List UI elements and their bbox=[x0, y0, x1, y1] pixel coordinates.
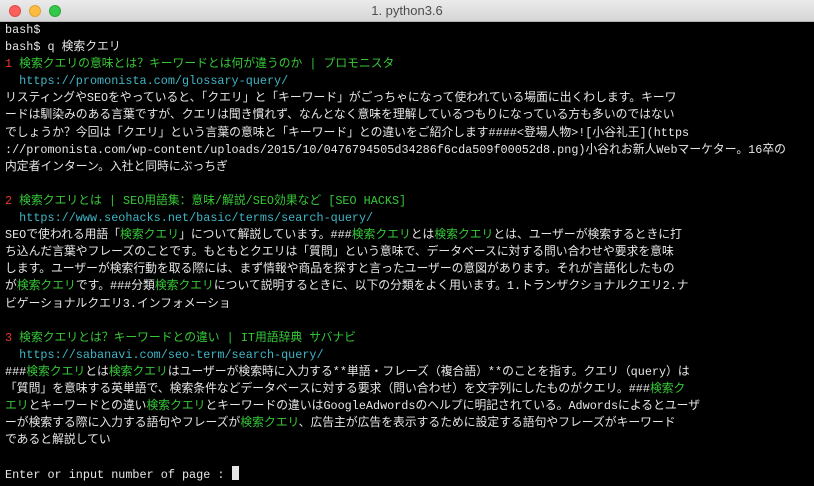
output-text: とは bbox=[410, 228, 435, 243]
result-number: 3 bbox=[5, 330, 20, 345]
terminal-line: SEOで使われる用語「検索クエリ」について解説しています。###検索クエリとは検… bbox=[5, 227, 810, 244]
terminal-line: https://sabanavi.com/seo-term/search-que… bbox=[5, 347, 810, 364]
terminal-line: 「質問」を意味する英単語で、検索条件などデータベースに対する要求（問い合わせ）を… bbox=[5, 381, 810, 398]
output-text: 「質問」を意味する英単語で、検索条件などデータベースに対する要求（問い合わせ）を… bbox=[5, 381, 650, 396]
terminal-line: が検索クエリです。###分類検索クエリについて説明するときに、以下の分類をよく用… bbox=[5, 278, 810, 295]
output-text: であると解説してい bbox=[5, 433, 111, 448]
output-text: します。ユーザーが検索行動を取る際には、まず情報や商品を探すと言ったユーザーの意… bbox=[5, 262, 675, 277]
terminal-line: エリとキーワードとの違い検索クエリとキーワードの違いはGoogleAdwords… bbox=[5, 398, 810, 415]
highlighted-keyword: 検索クエリ bbox=[146, 399, 206, 414]
terminal-line: でしょうか？今回は「クエリ」という言葉の意味と「キーワード」との違いをご紹介しま… bbox=[5, 125, 810, 142]
terminal-line: bash$ bbox=[5, 22, 810, 39]
terminal-line: bash$ q 検索クエリ bbox=[5, 39, 810, 56]
result-url[interactable]: https://sabanavi.com/seo-term/search-que… bbox=[19, 348, 323, 362]
output-text: とは bbox=[85, 364, 109, 379]
output-text: はユーザーが検索時に入力する**単語・フレーズ（複合語）**のことを指す。クエリ… bbox=[167, 364, 690, 379]
output-text: でしょうか？今回は「クエリ」という言葉の意味と「キーワード」との違いをご紹介しま… bbox=[5, 125, 690, 140]
terminal-line: ち込んだ言葉やフレーズのことです。もともとクエリは「質問」という意味で、データベ… bbox=[5, 244, 810, 261]
output-text: について説明するときに、以下の分類をよく用います。1.トランザクショナルクエリ2… bbox=[213, 279, 689, 294]
result-url[interactable]: https://promonista.com/glossary-query/ bbox=[19, 74, 288, 88]
highlighted-keyword: 検索クエリ bbox=[240, 416, 299, 431]
output-text: Enter or input number of page : bbox=[5, 468, 232, 483]
output-text: ーが検索する際に入力する語句やフレーズが bbox=[5, 416, 241, 431]
highlighted-keyword: 検索クエリ bbox=[16, 279, 76, 294]
output-text: SEOで使われる用語「 bbox=[5, 228, 121, 243]
output-text: です。###分類 bbox=[75, 279, 155, 294]
highlighted-keyword: 検索クエリ bbox=[351, 228, 411, 243]
terminal-line: ビゲーショナルクエリ3.インフォメーショ bbox=[5, 296, 810, 313]
terminal-line: であると解説してい bbox=[5, 432, 810, 449]
highlighted-keyword: 検索クエリ bbox=[108, 364, 168, 379]
terminal-line: ーが検索する際に入力する語句やフレーズが検索クエリ、広告主が広告を表示するために… bbox=[5, 415, 810, 432]
highlighted-keyword: エリ bbox=[5, 399, 29, 414]
highlighted-keyword: 検索ク bbox=[649, 381, 686, 396]
output-text: とは、ユーザーが検索するときに打 bbox=[493, 228, 682, 243]
terminal-line: します。ユーザーが検索行動を取る際には、まず情報や商品を探すと言ったユーザーの意… bbox=[5, 261, 810, 278]
output-text: ードは馴染みのある言葉ですが、クエリは聞き慣れず、なんとなく意味を理解しているつ… bbox=[5, 108, 675, 123]
window-title: 1. python3.6 bbox=[371, 3, 443, 18]
result-title: 検索クエリとは | SEO用語集：意味/解説/SEO効果など [SEO HACK… bbox=[19, 193, 407, 208]
output-text: ://promonista.com/wp-content/uploads/201… bbox=[5, 142, 786, 157]
output-text: ち込んだ言葉やフレーズのことです。もともとクエリは「質問」という意味で、データベ… bbox=[5, 245, 674, 260]
output-text: 」について解説しています。### bbox=[179, 228, 352, 243]
result-number: 1 bbox=[5, 57, 20, 72]
highlighted-keyword: 検索クエリ bbox=[154, 279, 214, 294]
terminal-line: 1 検索クエリの意味とは？キーワードとは何が違うのか | プロモニスタ bbox=[5, 56, 810, 73]
terminal-line: リスティングやSEOをやっていると、「クエリ」と「キーワード」がごっちゃになって… bbox=[5, 90, 810, 107]
output-text: とキーワードとの違い bbox=[28, 399, 147, 414]
result-title: 検索クエリとは？キーワードとの違い | IT用語辞典 サバナビ bbox=[19, 330, 356, 345]
output-text: 、広告主が広告を表示するために設定する語句やフレーズがキーワード bbox=[298, 416, 676, 431]
terminal-line: 内定者インターン。入社と同時にぶっちぎ bbox=[5, 159, 810, 176]
result-number: 2 bbox=[5, 193, 20, 208]
terminal-line: https://promonista.com/glossary-query/ bbox=[5, 73, 810, 90]
output-text: が bbox=[5, 279, 17, 294]
result-title: 検索クエリの意味とは？キーワードとは何が違うのか | プロモニスタ bbox=[19, 57, 395, 72]
highlighted-keyword: 検索クエリ bbox=[120, 228, 180, 243]
terminal-line: 3 検索クエリとは？キーワードとの違い | IT用語辞典 サバナビ bbox=[5, 330, 810, 347]
highlighted-keyword: 検索クエリ bbox=[26, 364, 86, 379]
output-text: ### bbox=[5, 364, 27, 379]
terminal-line: ###検索クエリとは検索クエリはユーザーが検索時に入力する**単語・フレーズ（複… bbox=[5, 364, 810, 381]
output-text: ビゲーショナルクエリ3.インフォメーショ bbox=[5, 296, 231, 311]
output-text: bash$ q 検索クエリ bbox=[5, 40, 121, 55]
terminal-window: 1. python3.6 bash$ bash$ q 検索クエリ 1 検索クエリの意… bbox=[0, 0, 814, 486]
terminal-output[interactable]: bash$ bash$ q 検索クエリ 1 検索クエリの意味とは？キーワードとは何が… bbox=[5, 22, 810, 486]
terminal-line: ://promonista.com/wp-content/uploads/201… bbox=[5, 142, 810, 159]
text-cursor[interactable] bbox=[231, 466, 239, 481]
terminal-line: https://www.seohacks.net/basic/terms/sea… bbox=[5, 210, 810, 227]
terminal-line: Enter or input number of page : bbox=[5, 466, 810, 483]
highlighted-keyword: 検索クエリ bbox=[434, 228, 494, 243]
title-bar: 1. python3.6 bbox=[0, 0, 814, 22]
output-text: bash$ bbox=[5, 23, 41, 37]
terminal-line: 2 検索クエリとは | SEO用語集：意味/解説/SEO効果など [SEO HA… bbox=[5, 193, 810, 210]
output-text: とキーワードの違いはGoogleAdwordsのヘルプに明記されている。Adwo… bbox=[205, 399, 701, 414]
output-text: 内定者インターン。入社と同時にぶっちぎ bbox=[5, 159, 228, 174]
terminal-line: ードは馴染みのある言葉ですが、クエリは聞き慣れず、なんとなく意味を理解しているつ… bbox=[5, 107, 810, 124]
output-text: リスティングやSEOをやっていると、「クエリ」と「キーワード」がごっちゃになって… bbox=[5, 91, 677, 106]
result-url[interactable]: https://www.seohacks.net/basic/terms/sea… bbox=[19, 211, 373, 225]
